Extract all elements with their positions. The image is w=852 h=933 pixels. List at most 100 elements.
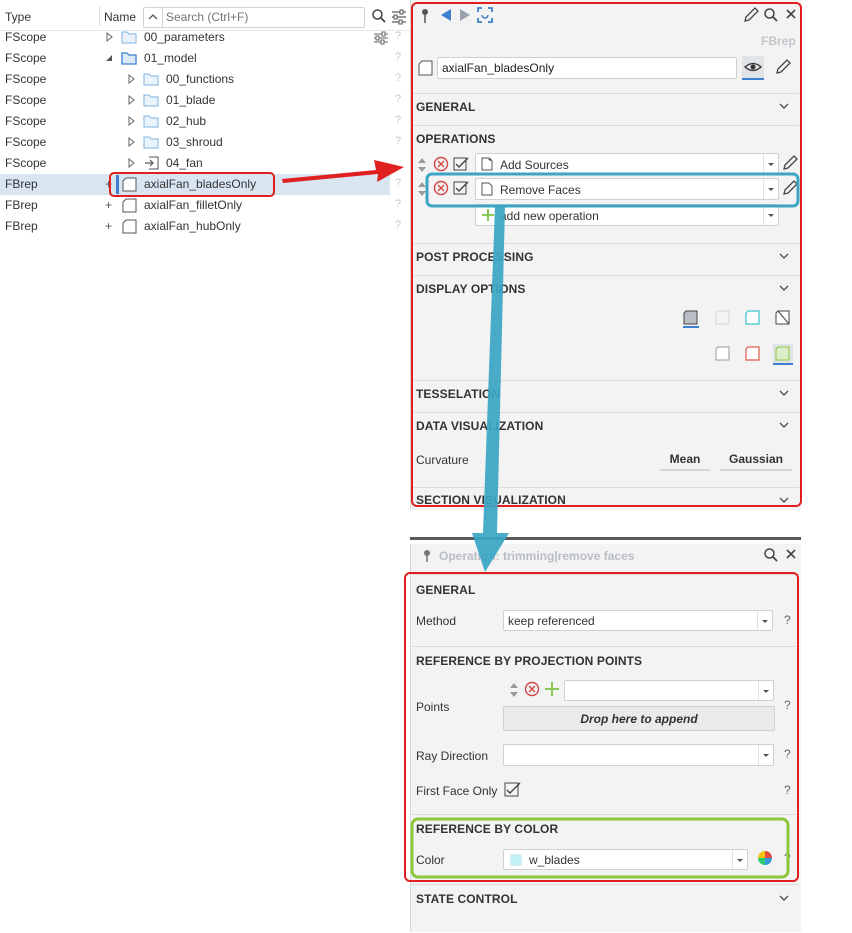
help-mark[interactable]: ? <box>395 177 401 189</box>
operation-combo-add-sources[interactable]: Add Sources <box>475 153 779 175</box>
search-icon[interactable] <box>763 547 779 563</box>
section-post-processing[interactable]: POST PROCESSING <box>411 243 799 276</box>
expand-plus[interactable]: + <box>105 198 112 212</box>
display-edges-cyan-icon[interactable] <box>745 310 761 325</box>
column-divider[interactable] <box>99 6 100 26</box>
expand-arrow-icon[interactable] <box>128 95 136 105</box>
dropdown-arrow-icon[interactable] <box>758 745 773 765</box>
section-title[interactable]: GENERAL <box>416 583 475 597</box>
forward-arrow-icon[interactable] <box>459 8 471 22</box>
help-mark[interactable]: ? <box>395 30 401 42</box>
expand-arrow-icon[interactable] <box>106 32 114 42</box>
help-mark[interactable]: ? <box>395 219 401 231</box>
close-icon[interactable] <box>785 548 797 560</box>
mean-curvature-button[interactable]: Mean <box>660 452 710 471</box>
help-mark[interactable]: ? <box>784 698 791 712</box>
reorder-arrows-icon[interactable] <box>417 181 427 197</box>
tree-row-axialfan-filletonly[interactable]: FBrep + axialFan_filletOnly ? <box>0 195 401 216</box>
reorder-arrows-icon[interactable] <box>417 157 427 173</box>
add-point-icon[interactable] <box>544 681 560 697</box>
collapse-arrow-icon[interactable] <box>105 54 113 62</box>
section-tesselation[interactable]: TESSELATION <box>411 380 799 413</box>
rename-pencil-icon[interactable] <box>775 59 791 75</box>
tree-row-01-model[interactable]: FScope 01_model ? <box>0 48 401 69</box>
help-mark[interactable]: ? <box>784 783 791 797</box>
display-shaded-icon[interactable] <box>683 310 699 328</box>
display-faces-green-icon[interactable] <box>773 344 793 365</box>
pin-icon[interactable] <box>421 8 429 24</box>
chevron-down-icon[interactable] <box>779 895 789 902</box>
expand-arrow-icon[interactable] <box>128 116 136 126</box>
operation-edit-icon[interactable] <box>782 155 798 171</box>
enabled-checkbox-icon[interactable] <box>453 156 469 172</box>
tree-row-01-blade[interactable]: FScope 01_blade ? <box>0 90 401 111</box>
column-name-header[interactable]: Name <box>104 10 136 24</box>
section-section-visualization[interactable]: SECTION VISUALIZATION <box>411 487 799 511</box>
dropdown-arrow-icon[interactable] <box>757 611 772 630</box>
help-mark[interactable]: ? <box>395 114 401 126</box>
help-mark[interactable]: ? <box>395 198 401 210</box>
chevron-down-icon[interactable] <box>779 253 789 260</box>
points-select[interactable] <box>564 680 774 701</box>
first-face-only-checkbox-icon[interactable] <box>504 781 521 798</box>
dropdown-arrow-icon[interactable] <box>763 154 778 174</box>
method-select[interactable]: keep referenced <box>503 610 773 631</box>
tree-row-03-shroud[interactable]: FScope 03_shroud ? <box>0 132 401 153</box>
add-operation-combo[interactable]: add new operation <box>475 204 779 226</box>
remove-point-icon[interactable] <box>524 681 540 697</box>
object-name-field[interactable]: axialFan_bladesOnly <box>437 57 737 79</box>
search-input[interactable] <box>166 9 356 25</box>
chevron-down-icon[interactable] <box>779 285 789 292</box>
tree-row-axialfan-bladesonly[interactable]: FBrep + axialFan_bladesOnly ? <box>0 174 401 195</box>
section-general[interactable]: GENERAL <box>411 93 799 126</box>
help-mark[interactable]: ? <box>395 51 401 63</box>
enabled-checkbox-icon[interactable] <box>453 180 469 196</box>
chevron-down-icon[interactable] <box>779 422 789 429</box>
expand-plus[interactable]: + <box>105 219 112 233</box>
dropdown-arrow-icon[interactable] <box>732 850 747 869</box>
chevron-down-icon[interactable] <box>779 390 789 397</box>
search-icon[interactable] <box>763 7 779 23</box>
display-transparent-icon[interactable] <box>715 310 731 325</box>
tree-row-00-parameters[interactable]: FScope 00_parameters ? <box>0 27 401 48</box>
help-mark[interactable]: ? <box>395 72 401 84</box>
help-mark[interactable]: ? <box>784 613 791 627</box>
visibility-eye-icon[interactable] <box>742 56 764 80</box>
back-arrow-icon[interactable] <box>440 8 452 22</box>
dropdown-arrow-icon[interactable] <box>763 179 778 199</box>
tree-row-00-functions[interactable]: FScope 00_functions ? <box>0 69 401 90</box>
expand-plus[interactable]: + <box>105 177 112 191</box>
tree-row-axialfan-hubonly[interactable]: FBrep + axialFan_hubOnly ? <box>0 216 401 237</box>
color-select[interactable]: w_blades <box>503 849 748 870</box>
tree-row-02-hub[interactable]: FScope 02_hub ? <box>0 111 401 132</box>
help-mark[interactable]: ? <box>784 747 791 761</box>
section-title[interactable]: DISPLAY OPTIONS <box>416 282 526 296</box>
operation-edit-icon[interactable] <box>782 180 798 196</box>
expand-arrow-icon[interactable] <box>128 158 136 168</box>
operation-combo-remove-faces[interactable]: Remove Faces <box>475 178 779 200</box>
help-mark[interactable]: ? <box>395 93 401 105</box>
section-title[interactable]: DATA VISUALIZATION <box>416 419 543 433</box>
display-wireframe-icon[interactable] <box>775 310 791 325</box>
gaussian-curvature-button[interactable]: Gaussian <box>720 452 792 471</box>
row-settings-icon[interactable] <box>373 31 389 45</box>
sort-caret-icon[interactable] <box>144 8 163 27</box>
help-mark[interactable]: ? <box>784 851 791 865</box>
display-plain-icon[interactable] <box>715 346 731 361</box>
tree-row-04-fan[interactable]: FScope 04_fan <box>0 153 390 174</box>
section-title[interactable]: REFERENCE BY PROJECTION POINTS <box>416 654 642 668</box>
search-icon[interactable] <box>371 8 387 24</box>
dropdown-arrow-icon[interactable] <box>763 205 778 225</box>
display-edges-red-icon[interactable] <box>745 346 761 361</box>
edit-pencil-icon[interactable] <box>743 7 759 23</box>
ray-direction-select[interactable] <box>503 744 774 766</box>
column-type-header[interactable]: Type <box>5 10 31 24</box>
chevron-down-icon[interactable] <box>779 497 789 504</box>
remove-operation-icon[interactable] <box>433 180 449 196</box>
points-drop-zone[interactable]: Drop here to append <box>503 706 775 731</box>
help-mark[interactable]: ? <box>395 135 401 147</box>
reorder-arrows-icon[interactable] <box>509 682 519 698</box>
pin-icon[interactable] <box>423 549 431 563</box>
filter-settings-icon[interactable] <box>391 9 407 25</box>
expand-arrow-icon[interactable] <box>128 137 136 147</box>
